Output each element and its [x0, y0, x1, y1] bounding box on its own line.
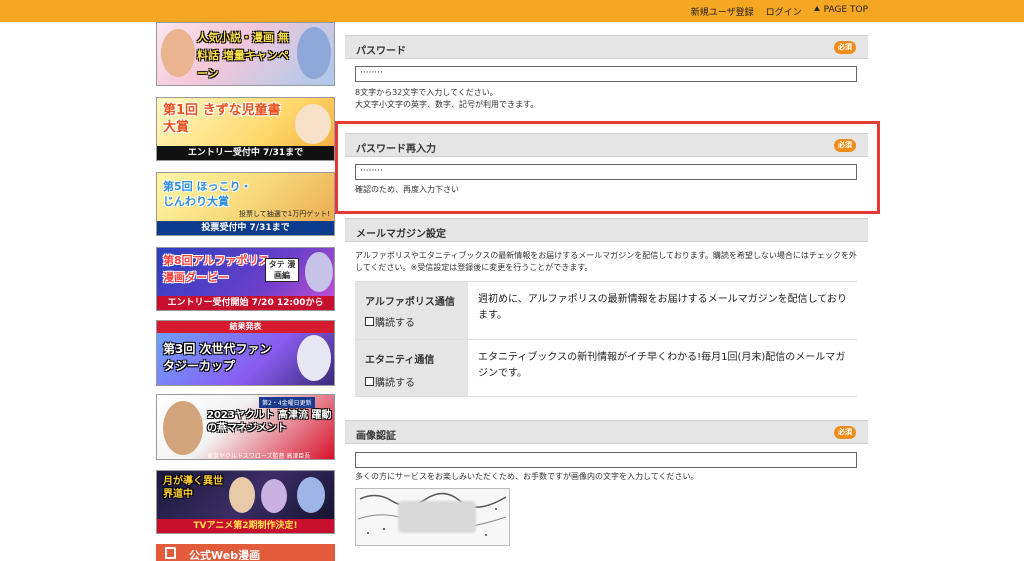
banner-strip: エントリー受付中 7/31まで: [157, 146, 334, 160]
captcha-input[interactable]: [355, 452, 857, 468]
magazine-header: メールマガジン設定: [345, 218, 868, 242]
login-link[interactable]: ログイン: [766, 5, 802, 18]
subscribe-checkbox[interactable]: 購読する: [365, 374, 415, 389]
checkbox-icon: [365, 317, 374, 326]
banner-official-web-manga[interactable]: 公式Web漫画: [156, 544, 335, 561]
banner-title: 人気小説・漫画 無料話 増量キャンペーン: [197, 31, 289, 80]
banner-title: 第8回アルファポリス 漫画ダービー: [163, 254, 270, 284]
subscribe-label: 購読する: [375, 378, 415, 389]
captcha-header: 画像認証 必須: [345, 420, 868, 444]
book-icon: [165, 547, 176, 559]
magazine-name: アルファポリス通信: [365, 297, 455, 308]
banner-title: 月が導く異世界道中: [163, 476, 223, 500]
magazine-label: メールマガジン設定: [356, 229, 446, 240]
checkbox-icon: [365, 377, 374, 386]
up-triangle-icon: [813, 6, 820, 11]
password-label: パスワード: [356, 46, 406, 57]
magazine-name: エタニティ通信: [365, 355, 435, 366]
banner-strip: TVアニメ第2期制作決定!: [157, 519, 334, 533]
banner-head: 結果発表: [157, 321, 334, 333]
banner-fantasy-cup[interactable]: 結果発表 第3回 次世代ファンタジーカップ: [156, 320, 335, 386]
banner-tag: 第2・4金曜日更新: [259, 397, 315, 408]
top-bar: 新規ユーザ登録 ログイン PAGE TOP: [0, 0, 1024, 22]
password-note-1: 8文字から32文字で入力してください。: [355, 88, 498, 97]
password-input[interactable]: ········: [355, 66, 857, 82]
magazine-row: アルファポリス通信 購読する 週初めに、アルファポリスの最新情報をお届けするメー…: [355, 281, 857, 339]
banner-sub: 投票して抽選で1万円ゲット!: [239, 210, 331, 218]
banner-strip: エントリー受付開始 7/20 12:00から: [157, 296, 334, 310]
banner-title: 第3回 次世代ファンタジーカップ: [163, 342, 272, 373]
banner-free-campaign[interactable]: 人気小説・漫画 無料話 増量キャンペーン: [156, 22, 335, 86]
banner-yakult[interactable]: 第2・4金曜日更新 2023ヤクルト 高津流 躍動の燕マネジメント 東京ヤクルト…: [156, 394, 335, 460]
password-note-2: 大文字小文字の英字、数字、記号が利用できます。: [355, 100, 539, 109]
magazine-desc: アルファポリスやエタニティブックスの最新情報をお届けするメールマガジンを配信して…: [355, 251, 857, 272]
magazine-row-desc: 週初めに、アルファポリスの最新情報をお届けするメールマガジンを配信しております。: [478, 294, 847, 321]
subscribe-checkbox[interactable]: 購読する: [365, 314, 415, 329]
highlight-box: [335, 121, 880, 214]
required-badge: 必須: [834, 426, 856, 439]
banner-title: 2023ヤクルト 高津流 躍動の燕マネジメント: [207, 410, 332, 434]
captcha-image: [355, 488, 510, 546]
top-links: 新規ユーザ登録 ログイン PAGE TOP: [691, 5, 868, 18]
page-top-link[interactable]: PAGE TOP: [813, 5, 868, 18]
magazine-row: エタニティ通信 購読する エタニティブックスの新刊情報がイチ早くわかる!毎月1回…: [355, 339, 857, 397]
banner-tsukimichi[interactable]: 月が導く異世界道中 TVアニメ第2期制作決定!: [156, 470, 335, 534]
subscribe-label: 購読する: [375, 318, 415, 329]
register-link[interactable]: 新規ユーザ登録: [691, 5, 754, 18]
banner-kizuna[interactable]: 第1回 きずな児童書大賞 エントリー受付中 7/31まで: [156, 97, 335, 161]
banner-title: 公式Web漫画: [189, 549, 261, 561]
banner-tag: タテ 漫画編: [265, 258, 299, 282]
password-header: パスワード 必須: [345, 35, 868, 59]
banner-strip: 投票受付中 7/31まで: [157, 221, 334, 235]
magazine-row-desc: エタニティブックスの新刊情報がイチ早くわかる!毎月1回(月末)配信のメールマガジ…: [478, 352, 846, 379]
captcha-text-blur: [398, 501, 476, 533]
banner-sub: 東京ヤクルトスワローズ監督 高津臣吾: [207, 453, 311, 460]
banner-title: 第1回 きずな児童書大賞: [163, 103, 281, 135]
banner-hokkori[interactable]: 第5回 ほっこり・じんわり大賞 投票して抽選で1万円ゲット! 投票受付中 7/3…: [156, 172, 335, 236]
captcha-note: 多くの方にサービスをお楽しみいただくため、お手数ですが画像内の文字を入力してくだ…: [355, 472, 699, 481]
banner-title: 第5回 ほっこり・じんわり大賞: [163, 180, 252, 208]
banner-manga-derby[interactable]: 第8回アルファポリス 漫画ダービー タテ 漫画編 エントリー受付開始 7/20 …: [156, 247, 335, 311]
required-badge: 必須: [834, 41, 856, 54]
page-top-label: PAGE TOP: [823, 5, 868, 15]
captcha-label: 画像認証: [356, 431, 396, 442]
